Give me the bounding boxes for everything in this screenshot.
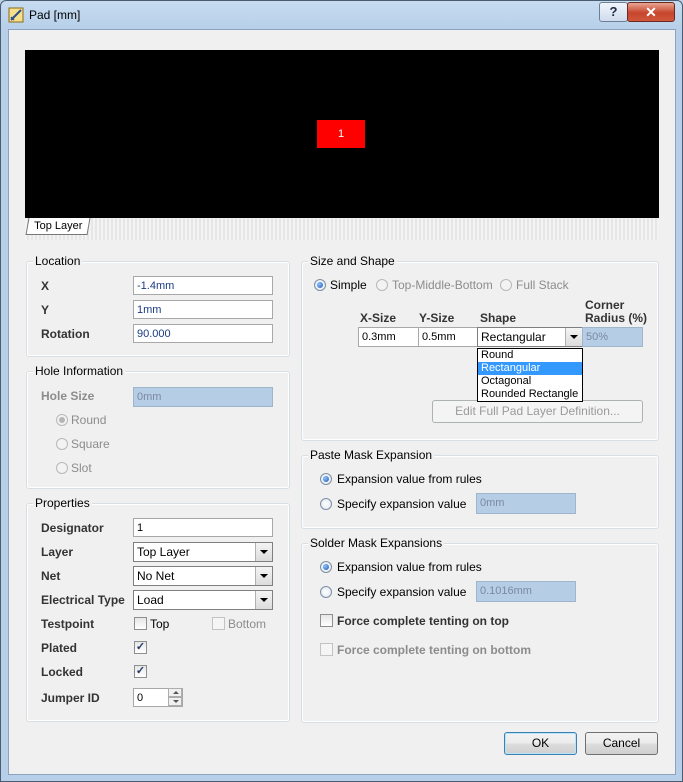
net-label: Net bbox=[41, 569, 61, 583]
solder-from-rules-label: Expansion value from rules bbox=[337, 560, 482, 574]
plated-checkbox[interactable]: ✓ bbox=[134, 641, 147, 654]
hole-info-title: Hole Information bbox=[33, 364, 126, 378]
net-select[interactable]: No Net bbox=[133, 566, 273, 586]
hole-slot-radio[interactable] bbox=[56, 462, 68, 474]
dialog-client-area: 1 Top Layer Location X -1.4mm Y 1mm Rota… bbox=[8, 29, 676, 775]
pad-dialog-window: Pad [mm] ? ✕ 1 Top Layer Location X -1.4… bbox=[0, 0, 683, 782]
tent-top-label: Force complete tenting on top bbox=[337, 614, 510, 628]
hole-square-label: Square bbox=[71, 437, 110, 451]
cancel-button[interactable]: Cancel bbox=[585, 732, 658, 755]
pad-app-icon bbox=[8, 7, 24, 23]
tent-top-checkbox[interactable] bbox=[320, 614, 333, 627]
layer-label: Layer bbox=[41, 545, 74, 559]
shape-option-rounded-rectangle[interactable]: Rounded Rectangle bbox=[478, 388, 582, 401]
tab-top-layer[interactable]: Top Layer bbox=[25, 218, 91, 235]
hole-size-label: Hole Size bbox=[41, 389, 95, 403]
paste-mask-group: Paste Mask Expansion bbox=[301, 448, 659, 529]
shape-option-round[interactable]: Round bbox=[478, 349, 582, 362]
close-button[interactable]: ✕ bbox=[627, 2, 675, 22]
shape-option-octagonal[interactable]: Octagonal bbox=[478, 375, 582, 388]
x-size-header: X-Size bbox=[360, 311, 397, 325]
ok-button[interactable]: OK bbox=[504, 732, 577, 755]
shape-option-rectangular[interactable]: Rectangular bbox=[478, 362, 582, 375]
properties-title: Properties bbox=[33, 496, 92, 510]
x-label: X bbox=[41, 279, 50, 293]
location-title: Location bbox=[33, 254, 83, 268]
shape-dropdown-arrow-icon[interactable] bbox=[565, 328, 582, 346]
testpoint-bottom-label: Bottom bbox=[228, 617, 267, 631]
pad-preview[interactable]: 1 bbox=[25, 50, 659, 218]
jumper-id-label: Jumper ID bbox=[41, 691, 100, 705]
simple-radio[interactable] bbox=[314, 279, 326, 291]
rotation-label: Rotation bbox=[41, 327, 90, 341]
y-size-header: Y-Size bbox=[419, 311, 455, 325]
net-dropdown-arrow-icon[interactable] bbox=[255, 567, 272, 585]
layer-dropdown-arrow-icon[interactable] bbox=[255, 543, 272, 561]
y-label: Y bbox=[41, 303, 50, 317]
paste-from-rules-radio[interactable] bbox=[320, 473, 332, 485]
corner-radius-input[interactable]: 50% bbox=[582, 327, 643, 347]
solder-mask-title: Solder Mask Expansions bbox=[308, 536, 445, 550]
paste-specify-radio[interactable] bbox=[320, 498, 332, 510]
hole-round-radio[interactable] bbox=[56, 414, 68, 426]
hole-slot-label: Slot bbox=[71, 461, 92, 475]
size-shape-title: Size and Shape bbox=[308, 254, 397, 268]
shape-dropdown-list[interactable]: Round Rectangular Octagonal Rounded Rect… bbox=[477, 348, 583, 402]
layer-tab-strip: Top Layer bbox=[25, 218, 659, 240]
solder-specify-label: Specify expansion value bbox=[337, 585, 467, 599]
locked-checkbox[interactable]: ✓ bbox=[134, 665, 147, 678]
window-title: Pad [mm] bbox=[29, 8, 81, 22]
plated-label: Plated bbox=[41, 641, 78, 655]
full-stack-radio[interactable] bbox=[500, 279, 512, 291]
designator-label: Designator bbox=[41, 521, 104, 535]
paste-from-rules-label: Expansion value from rules bbox=[337, 472, 482, 486]
hole-square-radio[interactable] bbox=[56, 438, 68, 450]
solder-value-input[interactable]: 0.1016mm bbox=[476, 581, 576, 602]
spin-up-icon[interactable] bbox=[168, 688, 182, 697]
top-middle-bottom-label: Top-Middle-Bottom bbox=[392, 278, 493, 292]
shape-select-value: Rectangular bbox=[481, 330, 546, 344]
testpoint-label: Testpoint bbox=[41, 617, 95, 631]
tent-bottom-checkbox[interactable] bbox=[320, 643, 333, 656]
tent-bottom-label: Force complete tenting on bottom bbox=[337, 643, 531, 657]
paste-value-input[interactable]: 0mm bbox=[476, 493, 576, 514]
top-middle-bottom-radio[interactable] bbox=[376, 279, 388, 291]
rotation-input[interactable]: 90.000 bbox=[133, 324, 273, 343]
testpoint-top-label: Top bbox=[150, 617, 170, 631]
electrical-type-select[interactable]: Load bbox=[133, 590, 273, 610]
hole-size-input[interactable]: 0mm bbox=[133, 387, 273, 407]
testpoint-top-checkbox[interactable] bbox=[134, 617, 147, 630]
edit-full-pad-layer-button[interactable]: Edit Full Pad Layer Definition... bbox=[432, 400, 643, 423]
solder-from-rules-radio[interactable] bbox=[320, 561, 332, 573]
designator-input[interactable]: 1 bbox=[133, 518, 273, 537]
paste-specify-label: Specify expansion value bbox=[337, 497, 467, 511]
electrical-type-dropdown-arrow-icon[interactable] bbox=[255, 591, 272, 609]
electrical-type-label: Electrical Type bbox=[41, 593, 125, 607]
corner-header-line2: Radius (%) bbox=[585, 311, 648, 325]
jumper-id-spinner[interactable] bbox=[168, 688, 182, 707]
y-input[interactable]: 1mm bbox=[133, 300, 273, 319]
x-input[interactable]: -1.4mm bbox=[133, 276, 273, 295]
shape-header: Shape bbox=[480, 311, 517, 325]
full-stack-label: Full Stack bbox=[516, 278, 569, 292]
shape-select[interactable]: Rectangular bbox=[477, 327, 583, 347]
title-bar[interactable]: Pad [mm] ? ✕ bbox=[1, 1, 682, 29]
y-size-input[interactable]: 0.5mm bbox=[418, 327, 478, 347]
paste-mask-title: Paste Mask Expansion bbox=[308, 448, 435, 462]
solder-specify-radio[interactable] bbox=[320, 586, 332, 598]
layer-select-value: Top Layer bbox=[137, 545, 190, 559]
tab-top-layer-label: Top Layer bbox=[34, 220, 83, 232]
spin-down-icon[interactable] bbox=[168, 697, 182, 706]
help-button[interactable]: ? bbox=[599, 2, 628, 22]
electrical-type-value: Load bbox=[137, 593, 164, 607]
pad-shape[interactable]: 1 bbox=[317, 120, 365, 148]
x-size-input[interactable]: 0.3mm bbox=[358, 327, 419, 347]
layer-select[interactable]: Top Layer bbox=[133, 542, 273, 562]
testpoint-bottom-checkbox[interactable] bbox=[212, 617, 225, 630]
simple-label: Simple bbox=[330, 278, 367, 292]
corner-header-line1: Corner bbox=[585, 298, 625, 312]
hole-round-label: Round bbox=[71, 413, 107, 427]
locked-label: Locked bbox=[41, 665, 84, 679]
net-select-value: No Net bbox=[137, 569, 175, 583]
